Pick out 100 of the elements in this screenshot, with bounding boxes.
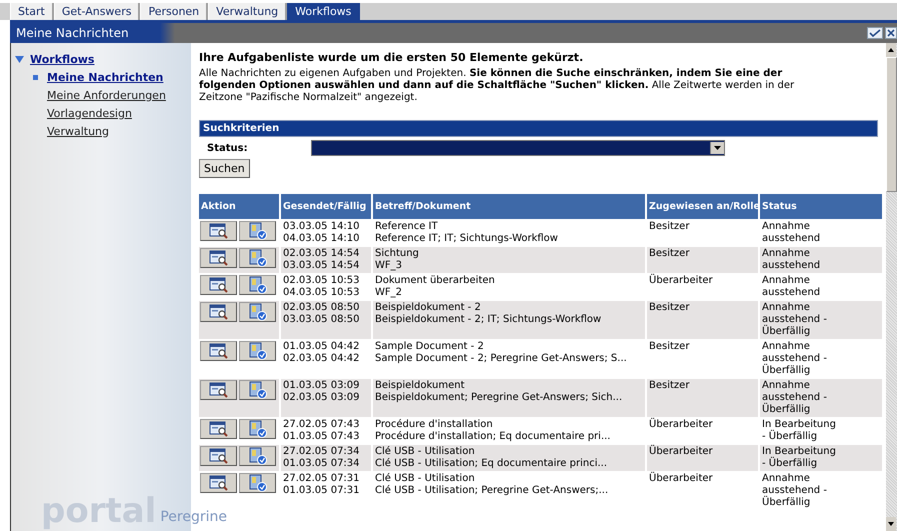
role-text: Besitzer [649, 380, 690, 392]
status-text: Annahme ausstehend [762, 248, 822, 272]
due-date: 01.03.05 07:31 [283, 485, 361, 497]
scrollbar[interactable] [886, 43, 897, 531]
nav-tab[interactable]: Personen [140, 3, 208, 20]
column-header: Gesendet/Fällig [280, 194, 372, 220]
document-button[interactable] [239, 248, 276, 268]
document-button[interactable] [239, 473, 276, 493]
sent-date: 01.03.05 03:09 [283, 380, 361, 392]
scroll-down-icon[interactable] [886, 517, 896, 531]
view-button[interactable] [200, 275, 237, 295]
subject-text: Dokument überarbeiten [375, 275, 496, 287]
section-title: Suchkriterien [203, 123, 280, 134]
nav-tab[interactable]: Get-Answers [54, 3, 140, 20]
check-icon[interactable] [867, 27, 883, 39]
status-text: Annahme ausstehend - Überfällig [762, 302, 828, 338]
due-date: 04.03.05 14:10 [283, 233, 361, 245]
document-text: Procédure d'installation; Eq documentaire pri... [375, 431, 612, 443]
view-button[interactable] [200, 380, 237, 400]
document-text: WF_3 [375, 260, 404, 272]
document-button[interactable] [239, 419, 276, 439]
document-button[interactable] [239, 446, 276, 466]
sidebar-link[interactable]: Meine Anforderungen [47, 88, 166, 102]
document-text: Beispieldokument - 2; IT; Sichtungs-Workflow [375, 314, 602, 326]
document-text: WF_2 [375, 287, 404, 299]
window-magnifier-icon [208, 277, 228, 293]
document-button[interactable] [239, 380, 276, 400]
sent-date: 02.03.05 08:50 [283, 302, 361, 314]
status-select[interactable] [311, 140, 725, 156]
sent-date: 27.02.05 07:31 [283, 473, 361, 485]
sent-date: 03.03.05 14:10 [283, 221, 361, 233]
subject-text: Sample Document - 2 [375, 341, 485, 353]
column-header: Status [759, 194, 882, 220]
status-text: Annahme ausstehend [762, 221, 822, 245]
dropdown-arrow-icon[interactable] [714, 146, 721, 150]
expand-triangle-icon[interactable] [15, 56, 24, 62]
document-button[interactable] [239, 221, 276, 241]
nav-tab[interactable]: Verwaltung [208, 3, 288, 20]
sidebar-group-link[interactable]: Workflows [30, 52, 94, 66]
due-date: 02.03.05 03:09 [283, 392, 361, 404]
role-text: Überarbeiter [649, 419, 714, 431]
role-text: Besitzer [649, 221, 690, 233]
role-text: Überarbeiter [649, 473, 714, 485]
subject-text: Clé USB - Utilisation [375, 446, 476, 458]
logo-brand: Peregrine [160, 509, 227, 525]
document-text: Sample Document - 2; Peregrine Get-Answers; S... [375, 353, 628, 365]
window-magnifier-icon [208, 382, 228, 398]
window-magnifier-icon [208, 304, 228, 320]
nav-tab[interactable]: Workflows [287, 3, 360, 20]
sent-date: 27.02.05 07:34 [283, 446, 361, 458]
status-text: Annahme ausstehend - Überfällig [762, 473, 828, 509]
view-button[interactable] [200, 341, 237, 361]
view-button[interactable] [200, 248, 237, 268]
due-date: 03.03.05 08:50 [283, 314, 361, 326]
subject-text: Beispieldokument [375, 380, 466, 392]
due-date: 04.03.05 10:53 [283, 287, 361, 299]
sent-date: 02.03.05 14:54 [283, 248, 361, 260]
view-button[interactable] [200, 446, 237, 466]
document-button[interactable] [239, 341, 276, 361]
role-text: Überarbeiter [649, 275, 714, 287]
scroll-thumb[interactable] [886, 57, 897, 192]
due-date: 01.03.05 07:34 [283, 458, 361, 470]
role-text: Überarbeiter [649, 446, 714, 458]
nav-tab[interactable]: Start [10, 3, 54, 20]
window-magnifier-icon [208, 343, 228, 359]
status-text: In Bearbeitung - Überfällig [762, 419, 837, 443]
role-text: Besitzer [649, 341, 690, 353]
subject-text: Sichtung [375, 248, 420, 260]
view-button[interactable] [200, 302, 237, 322]
search-button[interactable]: Suchen [199, 159, 250, 178]
window-magnifier-icon [208, 475, 228, 491]
window-magnifier-icon [208, 223, 228, 239]
sent-date: 02.03.05 10:53 [283, 275, 361, 287]
status-text: Annahme ausstehend - Überfällig [762, 380, 828, 416]
view-button[interactable] [200, 419, 237, 439]
subject-text: Procédure d'installation [375, 419, 494, 431]
document-text: Clé USB - Utilisation; Peregrine Get-Answers;... [375, 485, 610, 497]
status-text: In Bearbeitung - Überfällig [762, 446, 837, 470]
document-text: Reference IT; IT; Sichtungs-Workflow [375, 233, 559, 245]
document-text: Clé USB - Utilisation; Eq documentaire princi... [375, 458, 608, 470]
document-text: Beispieldokument; Peregrine Get-Answers; Sich... [375, 392, 624, 404]
intro-text: Alle Nachrichten zu eigenen Aufgaben und Projekten. Sie können die Suche einschränken, indem Sie eine der folgenden Optionen auswählen und dann auf die Schaltfläche "Suchen" klicken. Alle Zeitwerte werden in der Zeitzone "Pazifische Normalzeit" angezeigt. [199, 68, 796, 104]
view-button[interactable] [200, 221, 237, 241]
document-button[interactable] [239, 275, 276, 295]
column-header: Aktion [199, 194, 280, 220]
column-header: Betreff/Dokument [372, 194, 646, 220]
subject-text: Reference IT [375, 221, 439, 233]
close-icon[interactable] [885, 27, 897, 39]
sidebar-link[interactable]: Vorlagendesign [47, 106, 132, 120]
status-text: Annahme ausstehend [762, 275, 822, 299]
view-button[interactable] [200, 473, 237, 493]
subject-text: Beispieldokument - 2 [375, 302, 482, 314]
window-magnifier-icon [208, 448, 228, 464]
window-magnifier-icon [208, 250, 228, 266]
document-button[interactable] [239, 302, 276, 322]
sidebar-link[interactable]: Verwaltung [47, 124, 109, 138]
column-header: Zugewiesen an/Rolle [646, 194, 759, 220]
status-label: Status: [206, 142, 249, 154]
scroll-up-icon[interactable] [886, 43, 896, 57]
sidebar-link[interactable]: Meine Nachrichten [47, 70, 164, 84]
